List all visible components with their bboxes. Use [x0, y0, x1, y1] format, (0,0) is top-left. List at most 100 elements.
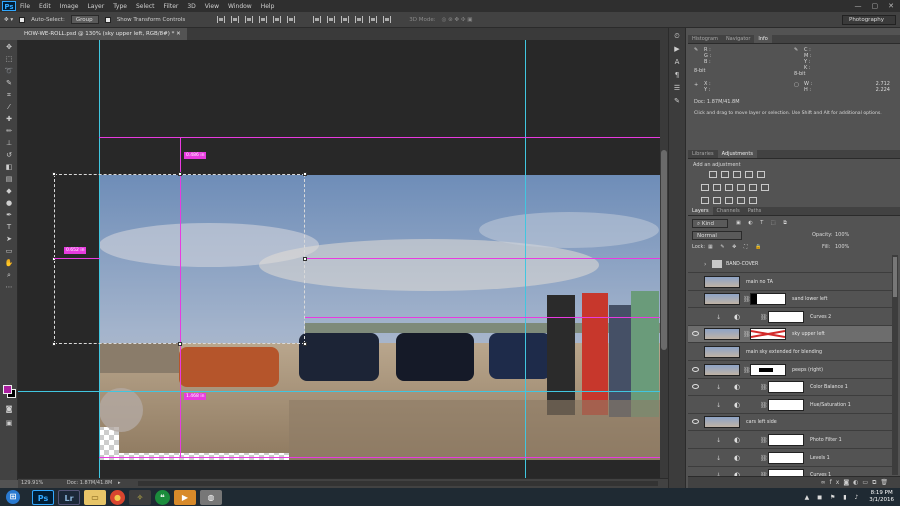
eye-hidden-icon[interactable]	[692, 296, 699, 301]
tab-paths[interactable]: Paths	[744, 207, 766, 215]
menu-3d[interactable]: 3D	[187, 3, 195, 10]
tab-libraries[interactable]: Libraries	[688, 150, 718, 158]
posterize-icon[interactable]	[712, 197, 721, 204]
distribute-middle-icon[interactable]	[327, 16, 336, 23]
distribute-bottom-icon[interactable]	[341, 16, 350, 23]
filter-icons[interactable]: ▣ ◐ T ⬚ ⧉	[736, 220, 790, 226]
taskbar-lightroom[interactable]: Lr	[58, 489, 80, 505]
layer-row[interactable]: ↓ ◐ ⛓ Photo Filter 1	[688, 432, 892, 449]
invert-icon[interactable]	[701, 197, 709, 204]
distribute-top-icon[interactable]	[313, 16, 322, 23]
blend-mode-dropdown[interactable]: Normal	[692, 231, 742, 240]
healing-brush-icon[interactable]: ✚	[3, 114, 15, 124]
tab-histogram[interactable]: Histogram	[688, 35, 722, 43]
fill-value[interactable]: 100%	[835, 244, 849, 250]
lock-icons[interactable]: ▦ ✎ ✥ ⛶ 🔒	[708, 244, 764, 250]
chrome-icon[interactable]: ●	[110, 489, 125, 505]
hue-sat-adj-icon[interactable]	[701, 184, 709, 191]
brightness-icon[interactable]	[709, 171, 717, 178]
tab-navigator[interactable]: Navigator	[722, 35, 754, 43]
layers-scroll-thumb[interactable]	[893, 257, 897, 297]
delete-layer-icon[interactable]: 🗑	[880, 479, 892, 486]
align-bottom-icon[interactable]	[245, 16, 254, 23]
link-layers-icon[interactable]: ∞	[821, 479, 830, 486]
group-chevron-icon[interactable]: ›	[704, 256, 706, 273]
quick-mask-icon[interactable]: ◙	[3, 404, 15, 414]
eye-hidden-icon[interactable]	[692, 279, 699, 284]
levels-adj-icon[interactable]	[720, 171, 729, 178]
layer-mask-thumb[interactable]	[768, 398, 804, 411]
photo-app-icon[interactable]: ◍	[200, 489, 222, 505]
transform-box[interactable]	[54, 174, 305, 344]
scroll-thumb[interactable]	[661, 150, 667, 350]
color-lookup-icon[interactable]	[760, 184, 769, 191]
media-player-icon[interactable]: ▶	[174, 489, 196, 505]
crop-tool-icon[interactable]: ⌗	[3, 90, 15, 100]
foreground-color-swatch[interactable]	[3, 385, 12, 394]
guide-vertical-right[interactable]	[525, 40, 526, 478]
align-left-icon[interactable]	[259, 16, 268, 23]
transform-controls-checkbox[interactable]	[104, 16, 111, 23]
menu-file[interactable]: File	[20, 3, 30, 10]
layer-mask-thumb[interactable]	[750, 293, 786, 306]
menu-help[interactable]: Help	[261, 3, 275, 10]
marquee-tool-icon[interactable]: ⬚	[3, 54, 15, 64]
dodge-tool-icon[interactable]: ●	[3, 198, 15, 208]
brushes-icon[interactable]: ✎	[672, 97, 682, 106]
menu-view[interactable]: View	[205, 3, 219, 10]
photo-filter-adj-icon[interactable]	[736, 184, 745, 191]
filter-kind-dropdown[interactable]: ⌕ Kind	[692, 219, 728, 228]
gradient-map-icon[interactable]	[748, 197, 757, 204]
bridge-app-icon[interactable]: ✧	[129, 489, 151, 505]
layer-row[interactable]: › BAND-COVER	[688, 256, 892, 273]
distribute-left-icon[interactable]	[355, 16, 364, 23]
eye-visible-icon[interactable]	[692, 366, 699, 372]
menu-window[interactable]: Window	[228, 3, 252, 10]
auto-select-dropdown[interactable]: Group	[70, 15, 99, 24]
history-brush-icon[interactable]: ↺	[3, 150, 15, 160]
close-button[interactable]: ✕	[888, 2, 894, 10]
auto-select-checkbox[interactable]	[19, 16, 26, 23]
distribute-center-icon[interactable]	[369, 16, 378, 23]
layer-thumb[interactable]	[704, 416, 740, 429]
black-white-icon[interactable]	[724, 184, 733, 191]
move-tool-icon[interactable]: ✥ ▾	[4, 17, 13, 23]
pen-tool-icon[interactable]: ✒	[3, 210, 15, 220]
status-arrow-icon[interactable]: ▸	[118, 480, 121, 486]
selective-color-icon[interactable]	[736, 197, 745, 204]
align-right-icon[interactable]	[287, 16, 296, 23]
eye-hidden-icon[interactable]	[692, 261, 699, 266]
lasso-tool-icon[interactable]: ➰	[3, 66, 15, 76]
taskbar-photoshop[interactable]: Ps	[32, 489, 54, 505]
screen-mode-icon[interactable]: ▣	[3, 418, 15, 428]
layer-mask-thumb[interactable]	[768, 381, 804, 394]
layer-row[interactable]: ⛓ peeps (right)	[688, 362, 892, 379]
eye-hidden-icon[interactable]	[692, 349, 699, 354]
transform-handle-tm[interactable]	[178, 172, 182, 176]
menu-layer[interactable]: Layer	[87, 3, 104, 10]
layer-row[interactable]: main sky extended for blending	[688, 344, 892, 361]
system-tray-icons[interactable]: ▲ ◼ ⚑ ▮ ♪	[805, 494, 862, 501]
channel-mixer-icon[interactable]	[748, 184, 757, 191]
eye-hidden-icon[interactable]	[692, 455, 699, 460]
doc-size[interactable]: Doc: 1.87M/41.8M	[67, 480, 113, 486]
menu-image[interactable]: Image	[60, 3, 79, 10]
transform-handle-br[interactable]	[303, 342, 307, 346]
layer-mask-thumb[interactable]	[750, 363, 786, 376]
layer-thumb[interactable]	[704, 363, 740, 376]
add-mask-icon[interactable]: ◙	[843, 479, 853, 486]
eye-hidden-icon[interactable]	[692, 314, 699, 319]
eye-hidden-icon[interactable]	[692, 437, 699, 442]
new-group-icon[interactable]: ▭	[862, 479, 872, 486]
layer-thumb[interactable]	[704, 275, 740, 288]
fx-icon[interactable]: fx	[830, 479, 844, 486]
layer-thumb[interactable]	[704, 346, 740, 358]
guide-horizontal[interactable]	[18, 391, 660, 392]
layer-row[interactable]: cars left side	[688, 414, 892, 432]
file-explorer-icon[interactable]: ▭	[84, 489, 106, 505]
layer-thumb[interactable]	[704, 328, 740, 341]
eraser-tool-icon[interactable]: ◧	[3, 162, 15, 172]
eye-visible-icon[interactable]	[692, 384, 699, 390]
path-select-icon[interactable]: ➤	[3, 234, 15, 244]
layer-row[interactable]: ↓ ◐ ⛓ Curves 2	[688, 309, 892, 326]
